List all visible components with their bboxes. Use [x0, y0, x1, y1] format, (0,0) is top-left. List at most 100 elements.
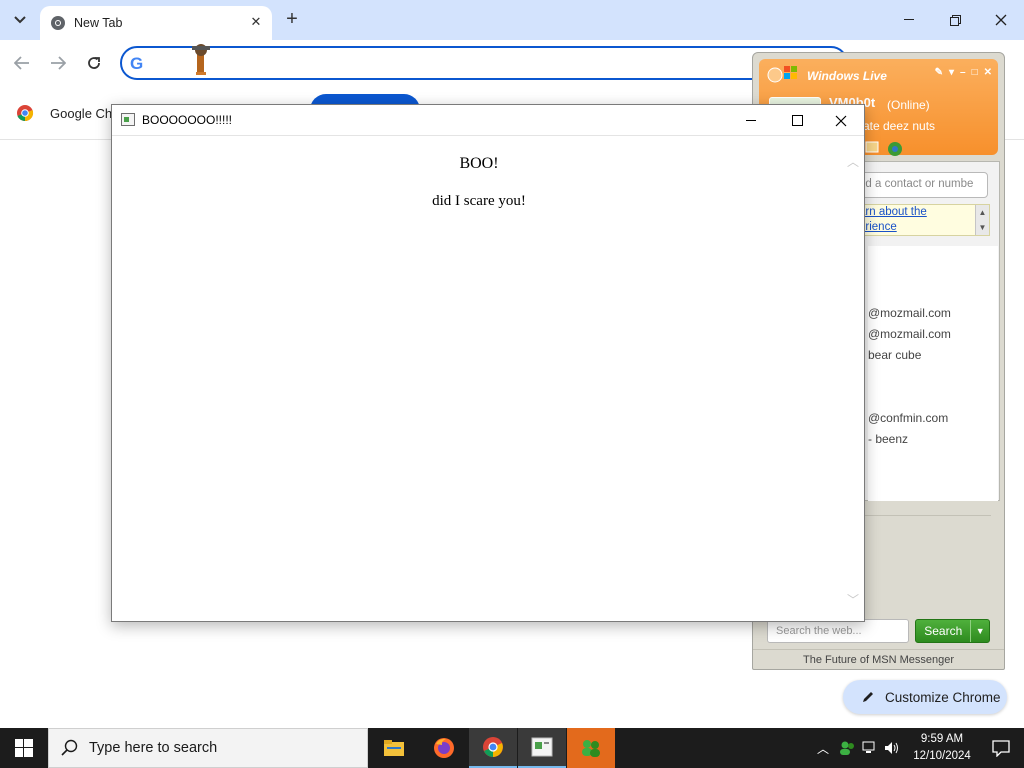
maximize-icon: [791, 115, 803, 126]
customize-chrome-button[interactable]: Customize Chrome: [843, 680, 1007, 714]
messenger-footer: The Future of MSN Messenger: [753, 649, 1004, 669]
scroll-up-icon[interactable]: ︿: [846, 153, 860, 169]
start-button[interactable]: [0, 728, 48, 768]
mail-icon[interactable]: [865, 141, 879, 153]
app-window-icon: [531, 737, 553, 757]
boo-maximize-button[interactable]: [774, 105, 820, 136]
back-arrow-icon: [14, 56, 29, 70]
banner-scrollbar[interactable]: ▲ ▼: [975, 205, 989, 235]
system-tray: ︿: [814, 728, 900, 768]
tab-close-icon[interactable]: ✕: [248, 14, 264, 30]
list-item[interactable]: @mozmail.com: [868, 306, 951, 320]
boo-minimize-button[interactable]: [728, 105, 774, 136]
close-button[interactable]: [978, 0, 1024, 40]
firefox-taskbar-button[interactable]: [420, 728, 468, 768]
restore-icon: [949, 14, 961, 26]
boo-titlebar[interactable]: BOOOOOOO!!!!!: [112, 105, 864, 136]
messenger-buddy-icon: [582, 740, 600, 757]
spaces-icon[interactable]: [887, 141, 903, 157]
list-item[interactable]: @mozmail.com: [868, 327, 951, 341]
search-icon: [61, 739, 78, 756]
boo-message: did I scare you!: [432, 193, 526, 209]
personal-message[interactable]: rate deez nuts: [859, 119, 935, 133]
tab-new-tab[interactable]: New Tab ✕: [40, 6, 272, 40]
pencil-icon: [863, 692, 873, 702]
messenger-minimize-icon[interactable]: –: [960, 67, 966, 78]
reload-icon: [88, 57, 100, 69]
paint-bucket-icon[interactable]: ✎: [935, 67, 943, 78]
reload-button[interactable]: [82, 51, 106, 75]
back-button[interactable]: [10, 51, 34, 75]
bookmark-label: Google Ch: [50, 105, 113, 121]
chevron-down-icon: [14, 16, 26, 24]
scroll-down-icon[interactable]: ﹀: [846, 591, 860, 607]
clock-date: 12/10/2024: [913, 750, 971, 762]
volume-icon[interactable]: [884, 741, 900, 755]
forward-arrow-icon: [51, 56, 66, 70]
dropdown-icon[interactable]: ▾: [949, 67, 954, 78]
info-banner[interactable]: arn about the erience ▲ ▼: [854, 204, 990, 236]
boo-content: BOO! did I scare you! ︿ ﹀: [114, 137, 862, 621]
list-item[interactable]: bear cube: [868, 348, 921, 362]
status-text[interactable]: (Online): [887, 98, 930, 112]
close-icon: [835, 115, 847, 126]
list-item[interactable]: - beenz: [868, 432, 908, 446]
notification-button[interactable]: [978, 728, 1024, 768]
chrome-tabstrip: New Tab ✕ +: [0, 0, 1024, 40]
messenger-window-controls: ✎ ▾ – □ ✕: [935, 67, 992, 78]
boo-window: BOOOOOOO!!!!! BOO! did I scare you! ︿ ﹀: [111, 104, 865, 622]
restore-button[interactable]: [932, 0, 978, 40]
messenger-quick-icons: [865, 141, 903, 157]
notification-icon: [992, 739, 1010, 757]
bookmark-google-chrome[interactable]: Google Ch: [16, 104, 112, 122]
network-icon[interactable]: [862, 741, 878, 755]
messenger-menu-icon[interactable]: [767, 67, 783, 83]
divider: [863, 515, 991, 516]
tab-search-button[interactable]: [8, 8, 32, 32]
messenger-taskbar-button[interactable]: [567, 728, 615, 768]
minimize-button[interactable]: [886, 0, 932, 40]
contact-list: @mozmail.com @mozmail.com bear cube @con…: [868, 246, 998, 501]
taskbar-search-box[interactable]: Type here to search: [48, 728, 368, 768]
messenger-title: Windows Live: [807, 69, 887, 83]
close-icon: [995, 14, 1007, 26]
minimize-icon: [904, 19, 914, 20]
boo-window-title: BOOOOOOO!!!!!: [142, 113, 233, 127]
web-search-button[interactable]: Search ▼: [915, 619, 990, 643]
bonzi-character-icon: [192, 44, 210, 75]
new-tab-button[interactable]: +: [280, 8, 304, 32]
app-window-icon: [121, 113, 135, 126]
banner-link-line1[interactable]: arn about the: [859, 206, 927, 218]
taskbar: Type here to search ︿ 9:59 AM 12/10/2024: [0, 728, 1024, 768]
chrome-taskbar-button[interactable]: [469, 728, 517, 768]
taskbar-clock[interactable]: 9:59 AM 12/10/2024: [910, 731, 974, 765]
messenger-tray-icon[interactable]: [838, 740, 856, 756]
customize-chrome-label: Customize Chrome: [885, 689, 1001, 705]
messenger-close-icon[interactable]: ✕: [984, 67, 992, 78]
chevron-up-icon[interactable]: ︿: [814, 740, 832, 757]
boo-close-button[interactable]: [818, 105, 864, 136]
firefox-icon: [434, 738, 454, 758]
folder-icon: [384, 740, 404, 756]
search-button-label: Search: [924, 624, 963, 638]
minimize-icon: [746, 119, 756, 121]
web-search-input[interactable]: Search the web...: [767, 619, 909, 643]
list-item[interactable]: @confmin.com: [868, 411, 948, 425]
search-dropdown-icon[interactable]: ▼: [970, 620, 989, 642]
windows-flag-icon: [784, 66, 797, 79]
chrome-icon: [51, 16, 65, 30]
forward-button[interactable]: [46, 51, 70, 75]
find-contact-input[interactable]: nd a contact or numbe: [854, 172, 988, 198]
file-explorer-taskbar-button[interactable]: [370, 728, 418, 768]
tab-title: New Tab: [74, 16, 123, 30]
windows-logo-icon: [15, 739, 33, 757]
chrome-logo-icon: [483, 737, 503, 757]
google-g-icon: G: [130, 54, 144, 73]
boo-heading: BOO!: [459, 155, 499, 172]
taskbar-search-placeholder: Type here to search: [89, 740, 218, 756]
clock-time: 9:59 AM: [920, 733, 964, 745]
chrome-logo-icon: [17, 105, 34, 122]
boo-app-taskbar-button[interactable]: [518, 728, 566, 768]
address-bar[interactable]: G: [120, 44, 848, 80]
messenger-maximize-icon[interactable]: □: [972, 67, 978, 78]
